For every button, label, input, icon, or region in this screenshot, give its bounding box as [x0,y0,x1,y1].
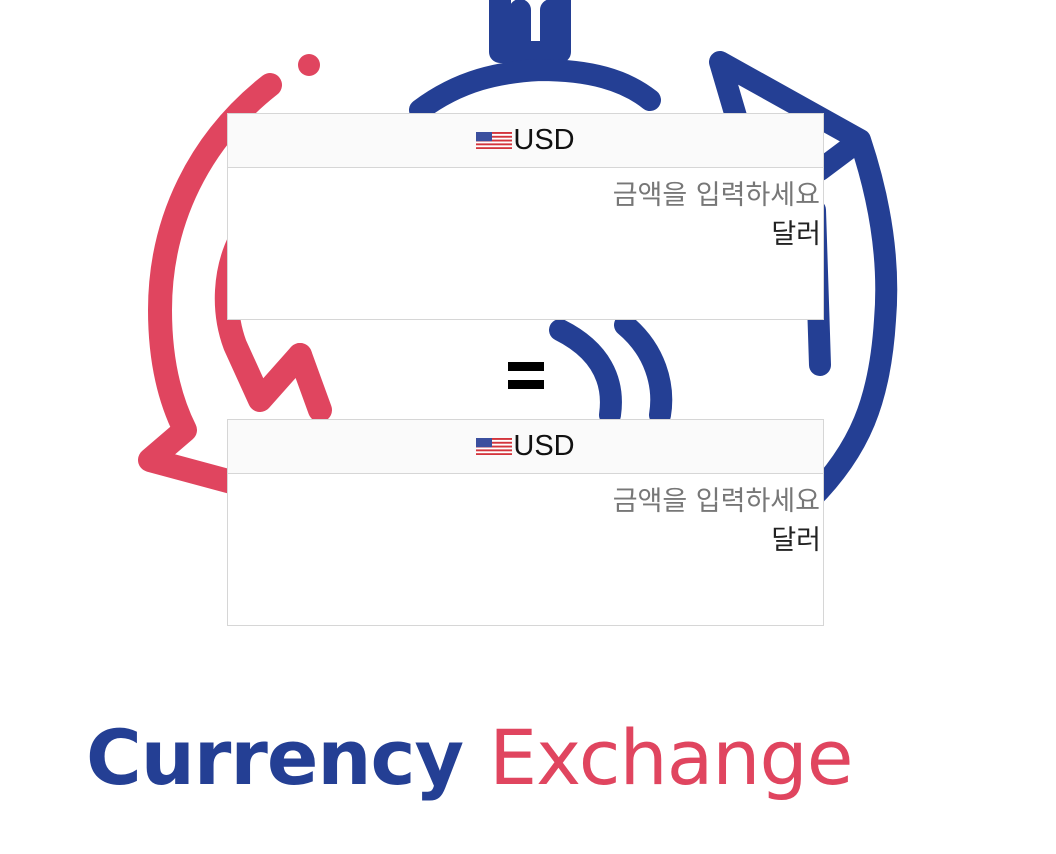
from-unit-label: 달러 [771,219,821,250]
brand-word-exchange: Exchange [489,713,853,802]
equals-icon [508,362,544,390]
brand-word-currency: Currency [86,713,464,802]
from-amount-input[interactable] [228,172,823,218]
to-currency-code: USD [513,430,575,462]
us-flag-icon [476,438,513,455]
app-root: USD 달러 USD 달러 Currency Exchange [0,0,1056,854]
from-currency-selector[interactable]: USD [228,114,823,168]
to-currency-selector[interactable]: USD [228,420,823,474]
from-currency-panel: USD 달러 [227,113,824,320]
brand-wordmark: Currency Exchange [86,712,853,803]
us-flag-icon [476,132,513,149]
to-currency-panel: USD 달러 [227,419,824,626]
to-unit-label: 달러 [771,525,821,556]
from-currency-code: USD [513,124,575,156]
to-amount-input[interactable] [228,478,823,524]
